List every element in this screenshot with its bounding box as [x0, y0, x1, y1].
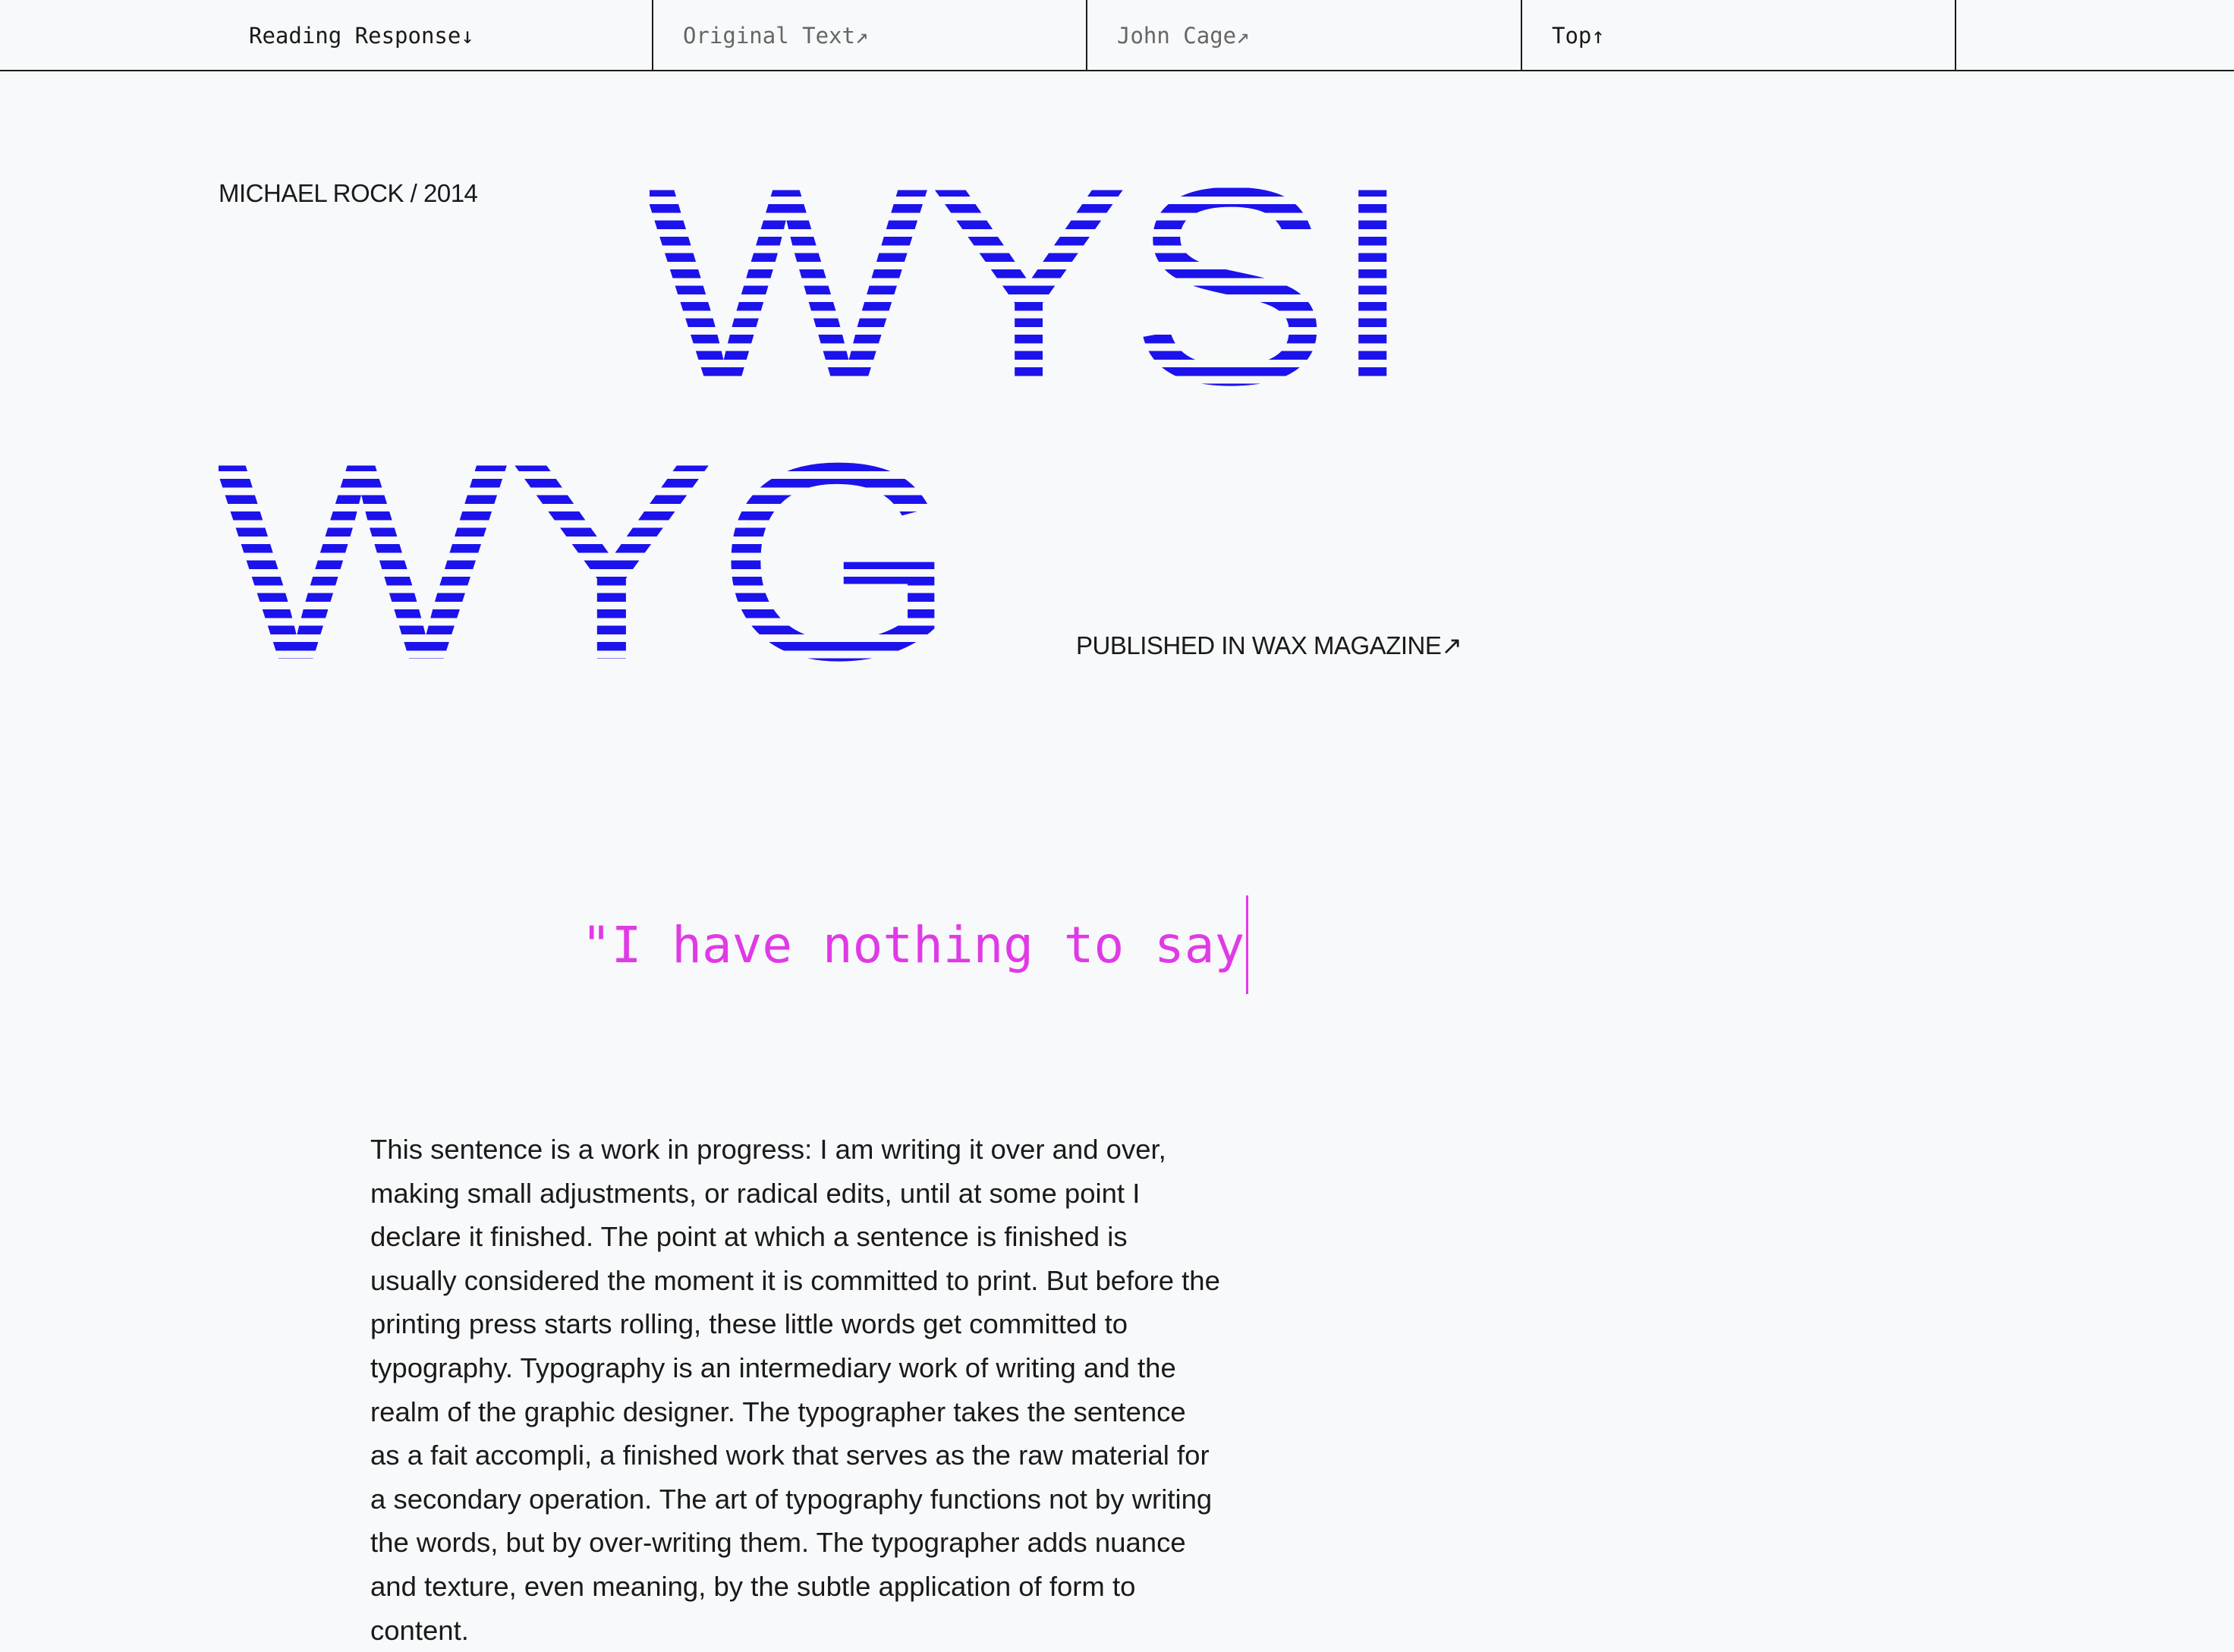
- pull-quote-text: "I have nothing to say: [581, 915, 1245, 974]
- title-line-1-text: WYSI: [650, 171, 1414, 392]
- nav-divider: [1521, 0, 1522, 71]
- pull-quote: "I have nothing to say: [581, 895, 1249, 994]
- byline: MICHAEL ROCK / 2014: [219, 179, 478, 207]
- title-line-1: WYSI: [650, 171, 1424, 392]
- nav-divider: [1955, 0, 1956, 71]
- top-nav: Reading Response↓ Original Text↗ John Ca…: [0, 0, 2234, 71]
- nav-original-text[interactable]: Original Text↗: [683, 0, 868, 71]
- published-in-link[interactable]: PUBLISHED IN WAX MAGAZINE↗: [1076, 631, 1462, 660]
- title-line-2-text: WYG: [219, 446, 958, 666]
- nav-divider: [652, 0, 653, 71]
- nav-top[interactable]: Top↑: [1552, 0, 1605, 71]
- nav-john-cage[interactable]: John Cage↗: [1117, 0, 1250, 71]
- text-caret: [1246, 895, 1249, 994]
- nav-divider: [1086, 0, 1087, 71]
- nav-reading-response[interactable]: Reading Response↓: [249, 0, 474, 71]
- title-line-2: WYG: [219, 446, 970, 666]
- article-paragraph: This sentence is a work in progress: I a…: [370, 1134, 1220, 1646]
